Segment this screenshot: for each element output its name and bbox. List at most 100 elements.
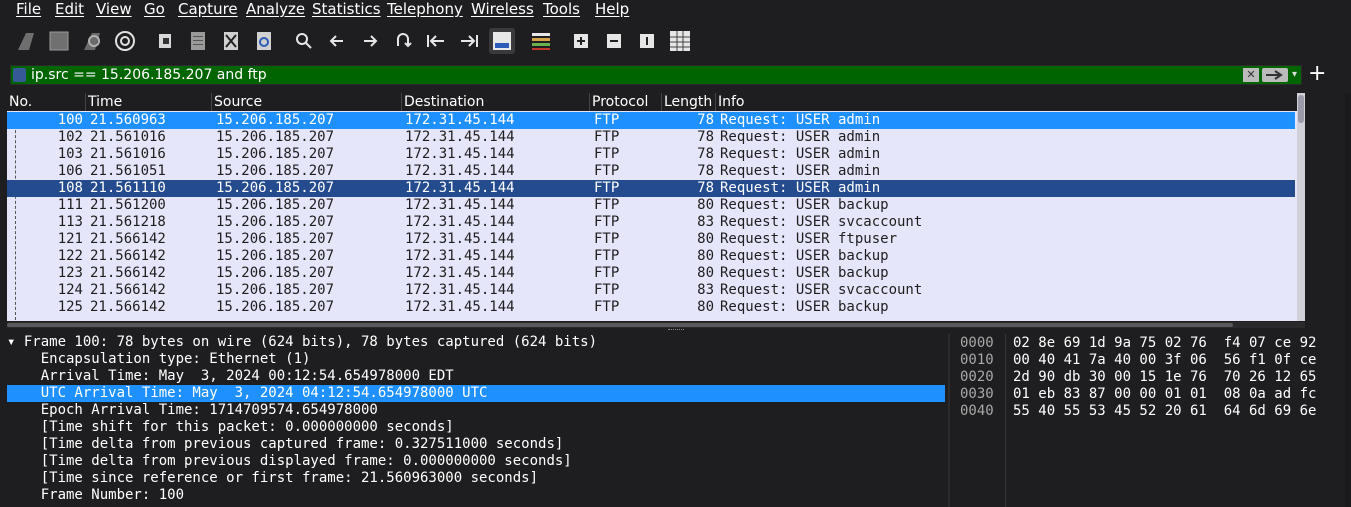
capture-options-gear-icon[interactable] [112, 28, 138, 54]
detail-encapsulation[interactable]: Encapsulation type: Ethernet (1) [7, 351, 945, 368]
apply-filter-arrow-icon[interactable] [1262, 68, 1288, 82]
column-header-no[interactable]: No. [7, 93, 86, 111]
restart-capture-icon[interactable] [79, 28, 105, 54]
column-header-protocol[interactable]: Protocol [590, 93, 662, 111]
packet-no: 103 [57, 146, 83, 162]
packet-protocol: FTP [594, 248, 620, 264]
packet-destination: 172.31.45.144 [405, 197, 515, 213]
horizontal-scroll-thumb[interactable] [7, 323, 1233, 327]
packet-bytes-pane: 0000 02 8e 69 1d 9a 75 02 76 f4 07 ce 92… [951, 334, 1341, 507]
detail-utc-arrival-time[interactable]: UTC Arrival Time: May 3, 2024 04:12:54.6… [7, 385, 945, 402]
packet-time: 21.566142 [90, 231, 166, 247]
column-header-destination[interactable]: Destination [402, 93, 590, 111]
start-capture-fin-icon[interactable] [13, 28, 39, 54]
window-scrollbar[interactable] [1345, 93, 1351, 507]
pane-divider[interactable] [948, 334, 950, 507]
packet-length: 78 [697, 146, 714, 162]
menu-view[interactable]: View [96, 0, 132, 20]
filter-bookmark-icon[interactable] [13, 68, 26, 82]
packet-list-scrollbar[interactable] [1297, 93, 1305, 321]
packet-info: Request: USER backup [720, 265, 889, 281]
packet-row[interactable]: 103 21.561016 15.206.185.207 172.31.45.144 F… [7, 146, 1295, 163]
packet-list: No. Time Source Destination Protocol Len… [7, 93, 1305, 321]
close-file-icon[interactable] [218, 28, 244, 54]
menu-telephony[interactable]: Telephony [387, 0, 463, 20]
zoom-out-icon[interactable] [601, 28, 627, 54]
packet-time: 21.566142 [90, 248, 166, 264]
auto-scroll-icon[interactable] [489, 28, 515, 54]
bytes-hex[interactable]: 01 eb 83 87 00 00 01 01 08 0a ad fc [1013, 386, 1316, 403]
packet-row[interactable]: 108 21.561110 15.206.185.207 172.31.45.144 F… [7, 180, 1295, 197]
bytes-hex[interactable]: 02 8e 69 1d 9a 75 02 76 f4 07 ce 92 [1013, 335, 1316, 352]
filter-history-chevron-icon[interactable]: ▾ [1292, 68, 1302, 82]
packet-time: 21.561016 [90, 129, 166, 145]
menu-go[interactable]: Go [144, 0, 165, 20]
packet-row[interactable]: 102 21.561016 15.206.185.207 172.31.45.144 F… [7, 129, 1295, 146]
go-back-arrow-icon[interactable] [324, 28, 350, 54]
detail-time-shift[interactable]: [Time shift for this packet: 0.000000000… [7, 419, 945, 436]
detail-epoch-arrival-time[interactable]: Epoch Arrival Time: 1714709574.654978000 [7, 402, 945, 419]
zoom-in-icon[interactable] [568, 28, 594, 54]
detail-delta-displayed[interactable]: [Time delta from previous displayed fram… [7, 453, 945, 470]
pane-splitter-handle[interactable] [668, 329, 684, 333]
normal-size-icon[interactable] [634, 28, 660, 54]
packet-time: 21.566142 [90, 265, 166, 281]
detail-arrival-time[interactable]: Arrival Time: May 3, 2024 00:12:54.65497… [7, 368, 945, 385]
bytes-hex[interactable]: 55 40 55 53 45 52 20 61 64 6d 69 6e [1013, 403, 1316, 420]
bytes-hex[interactable]: 2d 90 db 30 00 15 1e 76 70 26 12 65 [1013, 369, 1316, 386]
packet-row[interactable]: 113 21.561218 15.206.185.207 172.31.45.144 F… [7, 214, 1295, 231]
display-filter-input[interactable] [31, 66, 1231, 84]
column-header-length[interactable]: Length [662, 93, 716, 111]
menu-edit[interactable]: Edit [55, 0, 84, 20]
detail-frame-summary[interactable]: ▾ Frame 100: 78 bytes on wire (624 bits)… [7, 334, 945, 351]
go-forward-arrow-icon[interactable] [357, 28, 383, 54]
detail-time-since-reference[interactable]: [Time since reference or first frame: 21… [7, 470, 945, 487]
packet-protocol: FTP [594, 231, 620, 247]
menu-statistics[interactable]: Statistics [312, 0, 381, 20]
column-header-info[interactable]: Info [716, 93, 1295, 111]
packet-row[interactable]: 125 21.566142 15.206.185.207 172.31.45.144 F… [7, 299, 1295, 316]
save-file-icon[interactable] [185, 28, 211, 54]
packet-no: 111 [57, 197, 83, 213]
first-packet-icon[interactable] [423, 28, 449, 54]
packet-info: Request: USER admin [720, 146, 881, 162]
menu-help[interactable]: Help [595, 0, 629, 20]
colorize-icon[interactable] [528, 28, 554, 54]
add-filter-button[interactable]: + [1308, 63, 1326, 85]
packet-row[interactable]: 124 21.566142 15.206.185.207 172.31.45.144 F… [7, 282, 1295, 299]
packet-row[interactable]: 122 21.566142 15.206.185.207 172.31.45.144 F… [7, 248, 1295, 265]
packet-length: 80 [697, 197, 714, 213]
packet-row[interactable]: 123 21.566142 15.206.185.207 172.31.45.144 F… [7, 265, 1295, 282]
packet-row[interactable]: 111 21.561200 15.206.185.207 172.31.45.144 F… [7, 197, 1295, 214]
find-packet-search-icon[interactable] [291, 28, 317, 54]
bytes-offset-gutter [1005, 334, 1006, 507]
clear-filter-icon[interactable]: ✕ [1243, 68, 1259, 82]
packet-list-horizontal-scrollbar[interactable] [7, 322, 1305, 328]
detail-delta-captured[interactable]: [Time delta from previous captured frame… [7, 436, 945, 453]
packet-length: 83 [697, 282, 714, 298]
go-to-packet-icon[interactable] [390, 28, 416, 54]
column-header-source[interactable]: Source [212, 93, 402, 111]
packet-no: 113 [57, 214, 83, 230]
reload-file-icon[interactable] [251, 28, 277, 54]
menu-capture[interactable]: Capture [178, 0, 238, 20]
column-header-time[interactable]: Time [86, 93, 212, 111]
resize-columns-icon[interactable] [667, 28, 693, 54]
menu-wireless[interactable]: Wireless [471, 0, 534, 20]
menu-analyze[interactable]: Analyze [246, 0, 305, 20]
detail-frame-number[interactable]: Frame Number: 100 [7, 487, 945, 504]
packet-time: 21.561051 [90, 163, 166, 179]
stop-capture-icon[interactable] [46, 28, 72, 54]
packet-row[interactable]: 106 21.561051 15.206.185.207 172.31.45.144 F… [7, 163, 1295, 180]
packet-row[interactable]: 100 21.560963 15.206.185.207 172.31.45.144 F… [7, 112, 1295, 129]
bytes-hex[interactable]: 00 40 41 7a 40 00 3f 06 56 f1 0f ce [1013, 352, 1316, 369]
packet-no: 108 [57, 180, 83, 196]
packet-row[interactable]: 121 21.566142 15.206.185.207 172.31.45.144 F… [7, 231, 1295, 248]
menu-file[interactable]: File [16, 0, 41, 20]
last-packet-icon[interactable] [456, 28, 482, 54]
packet-list-scroll-thumb[interactable] [1298, 95, 1304, 123]
packet-length: 80 [697, 265, 714, 281]
menu-tools[interactable]: Tools [543, 0, 580, 20]
packet-source: 15.206.185.207 [216, 214, 335, 230]
open-file-icon[interactable] [152, 28, 178, 54]
